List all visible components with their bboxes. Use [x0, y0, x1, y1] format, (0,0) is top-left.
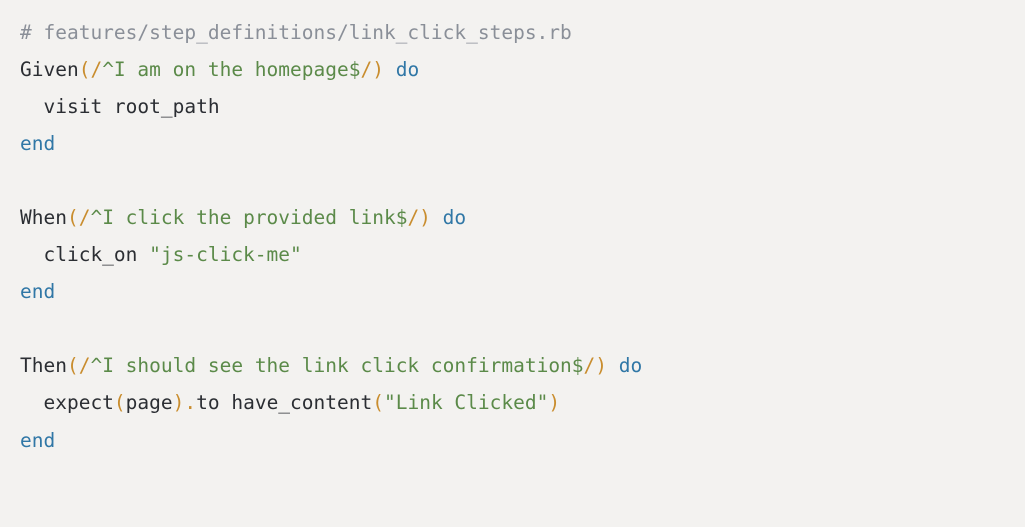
- code-token: ).: [173, 391, 196, 414]
- code-token: (/: [67, 354, 90, 377]
- code-token: end: [20, 429, 55, 452]
- code-token: (: [372, 391, 384, 414]
- code-line: visit root_path: [20, 95, 220, 118]
- code-token: /): [584, 354, 607, 377]
- code-line: # features/step_definitions/link_click_s…: [20, 21, 572, 44]
- code-token: visit root_path: [20, 95, 220, 118]
- code-line: expect(page).to have_content("Link Click…: [20, 391, 560, 414]
- code-token: (: [114, 391, 126, 414]
- code-block: # features/step_definitions/link_click_s…: [20, 14, 1005, 459]
- code-token: ^I should see the link click confirmatio…: [90, 354, 583, 377]
- code-token: to have_content: [196, 391, 372, 414]
- code-token: ^I click the provided link$: [90, 206, 407, 229]
- code-token: # features/step_definitions/link_click_s…: [20, 21, 572, 44]
- code-token: [431, 206, 443, 229]
- code-token: [607, 354, 619, 377]
- code-token: "Link Clicked": [384, 391, 548, 414]
- code-line: end: [20, 429, 55, 452]
- code-token: (/: [67, 206, 90, 229]
- code-line: end: [20, 132, 55, 155]
- code-token: Then: [20, 354, 67, 377]
- code-line: click_on "js-click-me": [20, 243, 302, 266]
- code-line: Given(/^I am on the homepage$/) do: [20, 58, 419, 81]
- code-token: end: [20, 280, 55, 303]
- code-token: click_on: [20, 243, 149, 266]
- code-token: do: [443, 206, 466, 229]
- code-token: do: [619, 354, 642, 377]
- code-token: "js-click-me": [149, 243, 302, 266]
- code-token: ^I am on the homepage$: [102, 58, 360, 81]
- code-token: do: [396, 58, 419, 81]
- code-token: expect: [20, 391, 114, 414]
- code-token: (/: [79, 58, 102, 81]
- code-line: end: [20, 280, 55, 303]
- code-token: page: [126, 391, 173, 414]
- code-token: /): [360, 58, 383, 81]
- code-token: /): [407, 206, 430, 229]
- code-token: end: [20, 132, 55, 155]
- code-line: Then(/^I should see the link click confi…: [20, 354, 642, 377]
- code-token: When: [20, 206, 67, 229]
- code-token: Given: [20, 58, 79, 81]
- code-token: [384, 58, 396, 81]
- code-token: ): [548, 391, 560, 414]
- code-line: When(/^I click the provided link$/) do: [20, 206, 466, 229]
